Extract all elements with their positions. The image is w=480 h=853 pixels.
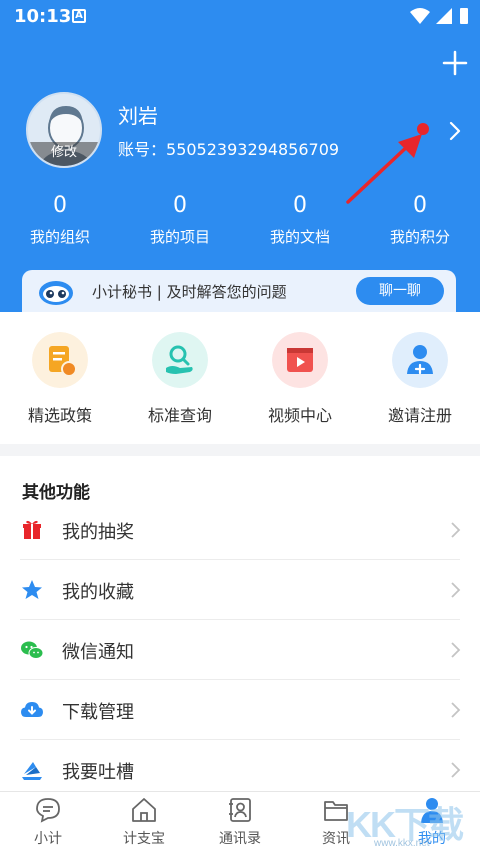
- stat-label: 我的项目: [149, 228, 210, 246]
- quick-action-label: 邀请注册: [387, 406, 452, 425]
- status-time: 10:13: [14, 6, 72, 27]
- wechat-icon: [21, 641, 44, 659]
- chat-button[interactable]: 聊一聊: [356, 277, 444, 305]
- stats-row: 0 我的组织 0 我的项目 0 我的文档 0 我的积分: [0, 192, 480, 252]
- quick-action-policy[interactable]: 精选政策: [0, 312, 120, 444]
- status-bar: 10:13 A: [0, 0, 480, 34]
- notification-badge: A: [72, 9, 86, 23]
- feedback-icon: [22, 762, 42, 780]
- invite-user-icon: [392, 332, 448, 388]
- list-item-label: 下载管理: [62, 702, 134, 723]
- chevron-right-icon: [451, 522, 461, 538]
- chat-icon: [36, 798, 60, 823]
- red-dot-indicator: [417, 123, 429, 135]
- contacts-icon: [229, 798, 251, 822]
- standard-search-icon: [152, 332, 208, 388]
- list-item-label: 我的抽奖: [62, 522, 134, 543]
- video-icon: [272, 332, 328, 388]
- secretary-banner[interactable]: 小计秘书 | 及时解答您的问题 聊一聊: [22, 270, 456, 312]
- account-label: 账号：: [118, 140, 167, 159]
- quick-action-label: 标准查询: [147, 406, 212, 425]
- avatar-edit-label[interactable]: 修改: [28, 142, 100, 166]
- chevron-right-icon: [451, 582, 461, 598]
- watermark: KK下载 www.kkx.net: [340, 792, 480, 853]
- stat-points[interactable]: 0 我的积分: [360, 192, 480, 252]
- star-icon: [22, 580, 42, 599]
- list-item-label: 我的收藏: [62, 582, 134, 603]
- tab-xiaoji[interactable]: 小计: [0, 792, 96, 853]
- stat-organization[interactable]: 0 我的组织: [0, 192, 120, 252]
- list-item-wechat-notify[interactable]: 微信通知: [0, 620, 480, 680]
- stat-value: 0: [293, 193, 307, 218]
- account-number: 55052393294856709: [166, 140, 340, 159]
- profile-header: 10:13 A 修改 刘岩 账号：55052393294856709 0 我的组…: [0, 0, 480, 312]
- list-item-downloads[interactable]: 下载管理: [0, 680, 480, 740]
- status-icons: [410, 8, 468, 24]
- signal-icon: [436, 8, 452, 24]
- stat-label: 我的组织: [29, 228, 90, 246]
- stat-value: 0: [53, 193, 67, 218]
- tab-contacts[interactable]: 通讯录: [192, 792, 288, 853]
- wifi-icon: [410, 8, 430, 24]
- quick-action-video[interactable]: 视频中心: [240, 312, 360, 444]
- watermark-url: www.kkx.net: [374, 838, 430, 849]
- stat-value: 0: [173, 193, 187, 218]
- stat-documents[interactable]: 0 我的文档: [240, 192, 360, 252]
- stat-project[interactable]: 0 我的项目: [120, 192, 240, 252]
- tab-jizhibao[interactable]: 计支宝: [96, 792, 192, 853]
- avatar[interactable]: 修改: [26, 92, 102, 168]
- battery-icon: [460, 8, 468, 24]
- tab-label: 通讯录: [219, 831, 261, 847]
- policy-icon: [32, 332, 88, 388]
- quick-action-standard-search[interactable]: 标准查询: [120, 312, 240, 444]
- tab-label: 小计: [34, 831, 62, 847]
- quick-actions: 精选政策 标准查询 视频中心 邀请注册: [0, 312, 480, 444]
- user-name: 刘岩: [118, 104, 158, 128]
- secretary-text: 小计秘书 | 及时解答您的问题: [92, 283, 287, 301]
- quick-action-label: 视频中心: [267, 406, 332, 425]
- list-item-lottery[interactable]: 我的抽奖: [0, 500, 480, 560]
- stat-value: 0: [413, 193, 427, 218]
- robot-icon: [39, 281, 73, 305]
- chevron-right-icon: [451, 702, 461, 718]
- gift-icon: [23, 520, 41, 539]
- chevron-right-icon: [451, 762, 461, 778]
- home-icon: [132, 798, 156, 822]
- chevron-right-icon: [451, 642, 461, 658]
- other-functions: 其他功能 我的抽奖 我的收藏 微信通知 下载管理 我要吐槽: [0, 456, 480, 791]
- list-item-favorites[interactable]: 我的收藏: [0, 560, 480, 620]
- profile-chevron-right-icon[interactable]: [446, 120, 464, 142]
- quick-action-label: 精选政策: [27, 406, 92, 425]
- quick-action-invite[interactable]: 邀请注册: [360, 312, 480, 444]
- list-item-label: 我要吐槽: [62, 762, 134, 783]
- add-icon[interactable]: [442, 50, 468, 76]
- tab-label: 计支宝: [123, 831, 165, 847]
- account-line: 账号：55052393294856709: [118, 136, 339, 160]
- stat-label: 我的积分: [389, 228, 450, 246]
- stat-label: 我的文档: [269, 228, 330, 246]
- cloud-download-icon: [21, 702, 43, 717]
- list-item-label: 微信通知: [62, 642, 134, 663]
- list-item-feedback[interactable]: 我要吐槽: [0, 740, 480, 791]
